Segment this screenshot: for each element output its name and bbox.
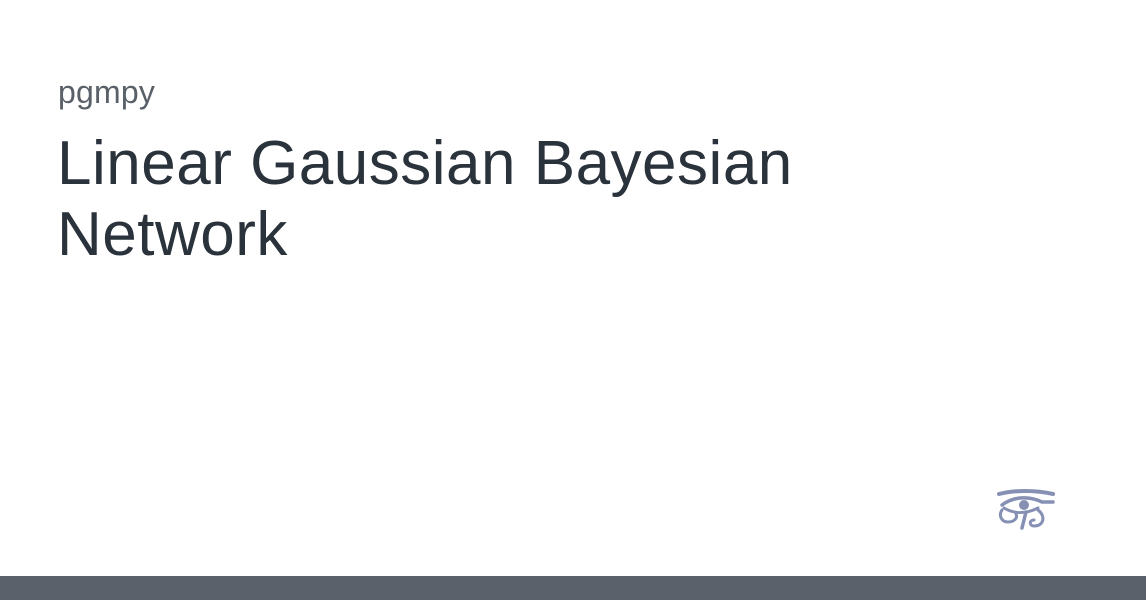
eye-of-horus-icon bbox=[997, 489, 1055, 530]
page-title: Linear Gaussian Bayesian Network bbox=[57, 129, 793, 269]
site-name: pgmpy bbox=[58, 74, 156, 110]
bottom-bar bbox=[0, 576, 1146, 600]
